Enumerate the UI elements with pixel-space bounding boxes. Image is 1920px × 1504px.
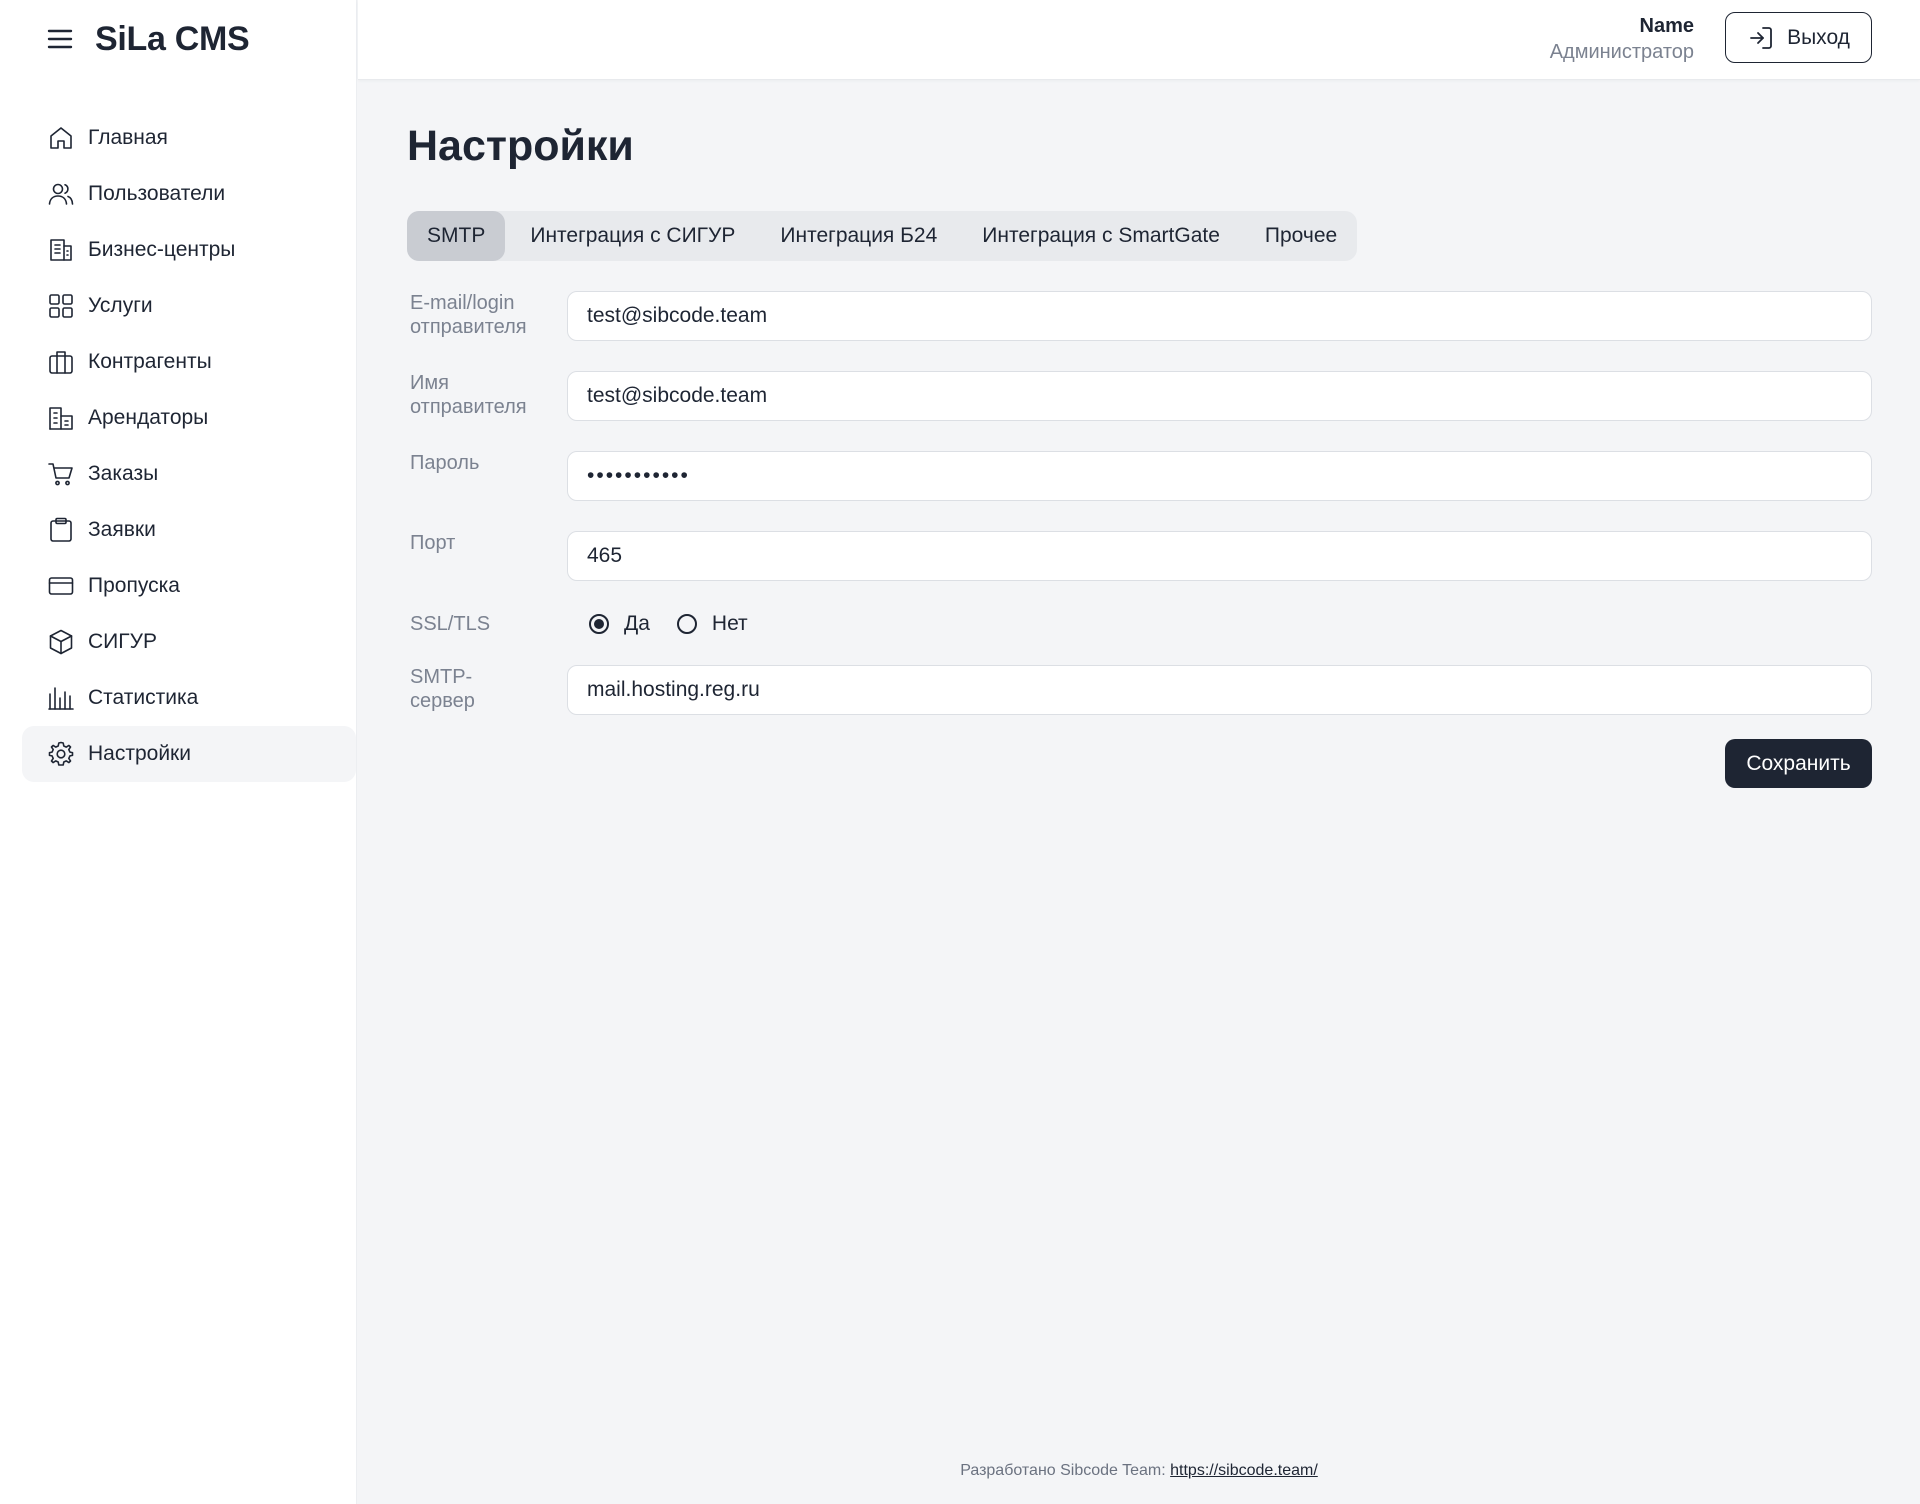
port-label: Порт bbox=[410, 532, 456, 554]
sidebar-item-label: Заказы bbox=[88, 462, 159, 485]
form-row-sender: Имя отправителя bbox=[407, 371, 1872, 421]
card-icon bbox=[46, 571, 76, 601]
sidebar-item-label: Бизнес-центры bbox=[88, 238, 236, 261]
bars-icon bbox=[46, 683, 76, 713]
form-actions: Сохранить bbox=[407, 739, 1872, 788]
ssl-no-option[interactable]: Нет bbox=[676, 612, 748, 636]
clipboard-icon bbox=[46, 515, 76, 545]
user-name: Name bbox=[1639, 15, 1694, 37]
sidebar-item-sigur[interactable]: СИГУР bbox=[22, 614, 356, 670]
sidebar-item-statistics[interactable]: Статистика bbox=[22, 670, 356, 726]
footer-link[interactable]: https://sibcode.team/ bbox=[1170, 1462, 1318, 1479]
footer: Разработано Sibcode Team: https://sibcod… bbox=[358, 1462, 1920, 1480]
menu-icon[interactable] bbox=[44, 23, 76, 55]
sidebar-item-tenants[interactable]: Арендаторы bbox=[22, 390, 356, 446]
ssl-label: SSL/TLS bbox=[410, 613, 491, 635]
password-field[interactable] bbox=[567, 451, 1872, 501]
form-row-email: E-mail/login отправителя bbox=[407, 291, 1872, 341]
gear-icon bbox=[46, 739, 76, 769]
smtp-server-field[interactable] bbox=[567, 665, 1872, 715]
settings-tabs: SMTP Интеграция с СИГУР Интеграция Б24 И… bbox=[407, 211, 1358, 261]
sidebar-item-passes[interactable]: Пропуска bbox=[22, 558, 356, 614]
tab-sigur-integration[interactable]: Интеграция с СИГУР bbox=[510, 211, 755, 261]
smtp-server-label: SMTP-сервер bbox=[410, 666, 475, 712]
sidebar-nav: Главная Пользователи Бизнес-центры Услуг… bbox=[22, 110, 356, 782]
sidebar-item-label: Услуги bbox=[88, 294, 153, 317]
sidebar: SiLa CMS Главная Пользователи Бизнес-цен… bbox=[0, 0, 357, 1504]
building-icon bbox=[46, 235, 76, 265]
main-content: Настройки SMTP Интеграция с СИГУР Интегр… bbox=[407, 80, 1872, 788]
sender-name-field[interactable] bbox=[567, 371, 1872, 421]
form-row-port: Порт bbox=[407, 531, 1872, 581]
sender-name-label: Имя отправителя bbox=[410, 372, 527, 418]
form-row-ssl: SSL/TLS Да Нет bbox=[407, 611, 1872, 637]
footer-text: Разработано Sibcode Team: bbox=[960, 1462, 1166, 1479]
ssl-radio-group: Да Нет bbox=[589, 611, 775, 637]
password-label: Пароль bbox=[410, 452, 480, 474]
port-field[interactable] bbox=[567, 531, 1872, 581]
user-role: Администратор bbox=[1549, 41, 1694, 63]
tab-other[interactable]: Прочее bbox=[1245, 211, 1357, 261]
ssl-yes-radio[interactable] bbox=[589, 614, 609, 634]
smtp-form: E-mail/login отправителя Имя отправителя… bbox=[407, 291, 1872, 788]
sidebar-item-requests[interactable]: Заявки bbox=[22, 502, 356, 558]
sidebar-item-label: Арендаторы bbox=[88, 406, 209, 429]
office-icon bbox=[46, 403, 76, 433]
tab-b24-integration[interactable]: Интеграция Б24 bbox=[760, 211, 957, 261]
users-icon bbox=[46, 179, 76, 209]
sidebar-item-label: Заявки bbox=[88, 518, 156, 541]
sidebar-item-label: Контрагенты bbox=[88, 350, 212, 373]
sidebar-item-business-centers[interactable]: Бизнес-центры bbox=[22, 222, 356, 278]
logout-label: Выход bbox=[1787, 25, 1850, 49]
home-icon bbox=[46, 123, 76, 153]
sidebar-item-users[interactable]: Пользователи bbox=[22, 166, 356, 222]
login-icon bbox=[1750, 26, 1772, 49]
email-field[interactable] bbox=[567, 291, 1872, 341]
form-row-password: Пароль bbox=[407, 451, 1872, 501]
ssl-no-label: Нет bbox=[711, 612, 748, 635]
ssl-yes-option[interactable]: Да bbox=[589, 612, 650, 636]
email-label: E-mail/login отправителя bbox=[410, 292, 527, 338]
ssl-no-radio[interactable] bbox=[676, 614, 697, 634]
sidebar-item-label: Пользователи bbox=[88, 182, 226, 205]
save-button[interactable]: Сохранить bbox=[1725, 739, 1872, 788]
app-title: SiLa CMS bbox=[95, 19, 250, 58]
brand: SiLa CMS bbox=[44, 18, 250, 60]
briefcase-icon bbox=[46, 347, 76, 377]
top-bar: Name Администратор Выход bbox=[358, 0, 1920, 80]
sidebar-item-label: Настройки bbox=[88, 742, 191, 765]
sidebar-item-contractors[interactable]: Контрагенты bbox=[22, 334, 356, 390]
cube-icon bbox=[46, 627, 76, 657]
grid-icon bbox=[46, 291, 76, 321]
sidebar-item-label: Статистика bbox=[88, 686, 199, 709]
sidebar-item-home[interactable]: Главная bbox=[22, 110, 356, 166]
tab-smtp[interactable]: SMTP bbox=[407, 211, 506, 261]
logout-button[interactable]: Выход bbox=[1725, 12, 1872, 63]
user-info: Name Администратор bbox=[1550, 14, 1694, 66]
sidebar-item-settings[interactable]: Настройки bbox=[22, 726, 356, 782]
sidebar-item-services[interactable]: Услуги bbox=[22, 278, 356, 334]
sidebar-item-label: Пропуска bbox=[88, 574, 180, 597]
sidebar-item-label: Главная bbox=[88, 126, 168, 149]
page-title: Настройки bbox=[407, 122, 634, 170]
form-row-server: SMTP-сервер bbox=[407, 665, 1872, 715]
sidebar-item-orders[interactable]: Заказы bbox=[22, 446, 356, 502]
cart-icon bbox=[46, 459, 76, 489]
sidebar-item-label: СИГУР bbox=[88, 630, 157, 653]
tab-smartgate-integration[interactable]: Интеграция с SmartGate bbox=[962, 211, 1240, 261]
ssl-yes-label: Да bbox=[624, 612, 650, 635]
